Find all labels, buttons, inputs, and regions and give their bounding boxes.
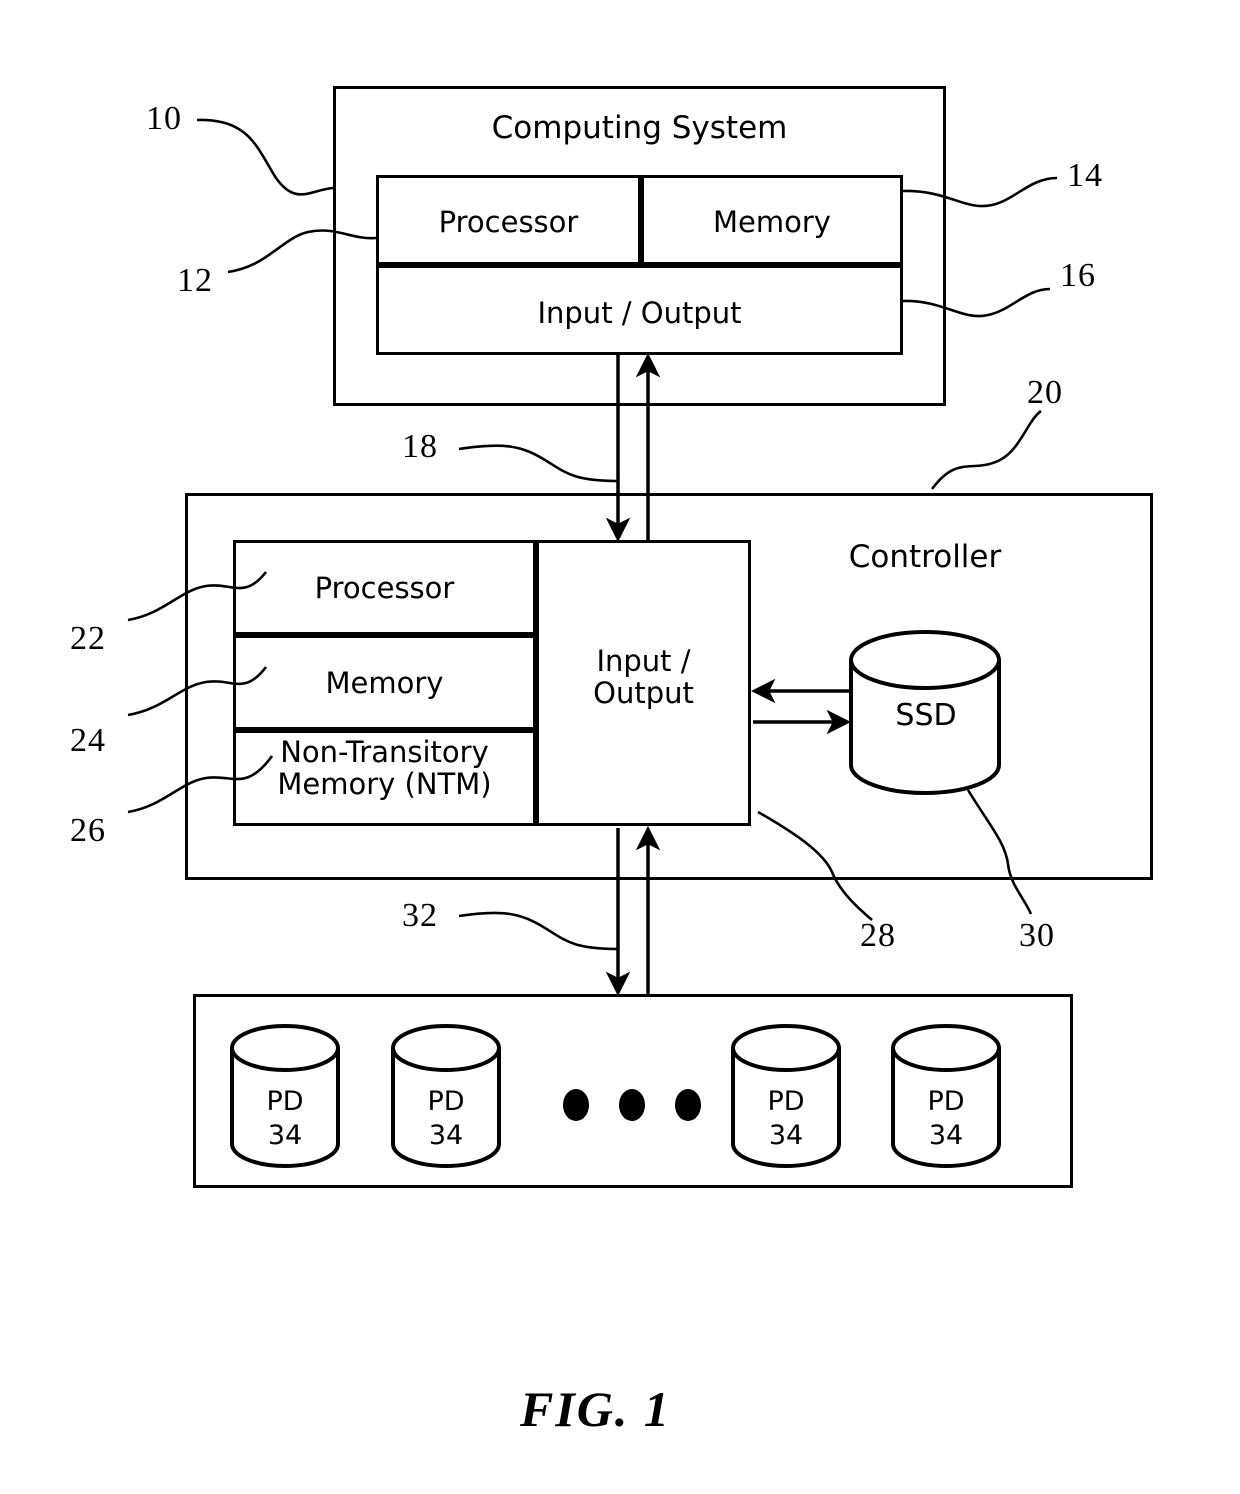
ref-numeral-12: 12	[177, 262, 213, 299]
pd-cylinder-icon-1	[391, 1024, 501, 1168]
ssd-cylinder-icon	[849, 630, 1001, 795]
ref-numeral-18: 18	[402, 428, 438, 465]
bus-18-arrows	[605, 352, 661, 543]
ref-numeral-10: 10	[146, 100, 182, 137]
pd-cylinder-icon-3	[891, 1024, 1001, 1168]
ref-numeral-16: 16	[1060, 257, 1096, 294]
figure-caption: FIG. 1	[520, 1381, 671, 1437]
pd-cylinder-icon-2	[731, 1024, 841, 1168]
patent-figure: Computing System Processor Memory Input …	[0, 0, 1240, 1494]
ref-numeral-24: 24	[70, 722, 106, 759]
io-ssd-arrows	[750, 678, 852, 735]
ref-numeral-14: 14	[1067, 157, 1103, 194]
ref-numeral-26: 26	[70, 812, 106, 849]
disk-ellipsis-dots	[563, 1089, 701, 1121]
bus-32-arrows	[605, 825, 661, 997]
ref-numeral-30: 30	[1019, 917, 1055, 954]
ref-numeral-32: 32	[402, 897, 438, 934]
ref-numeral-22: 22	[70, 620, 106, 657]
ref-numeral-28: 28	[860, 917, 896, 954]
figure-vector-layer	[127, 118, 1058, 1168]
leader-lines	[127, 118, 1058, 951]
ref-numeral-20: 20	[1027, 374, 1063, 411]
pd-cylinder-icon-0	[230, 1024, 340, 1168]
